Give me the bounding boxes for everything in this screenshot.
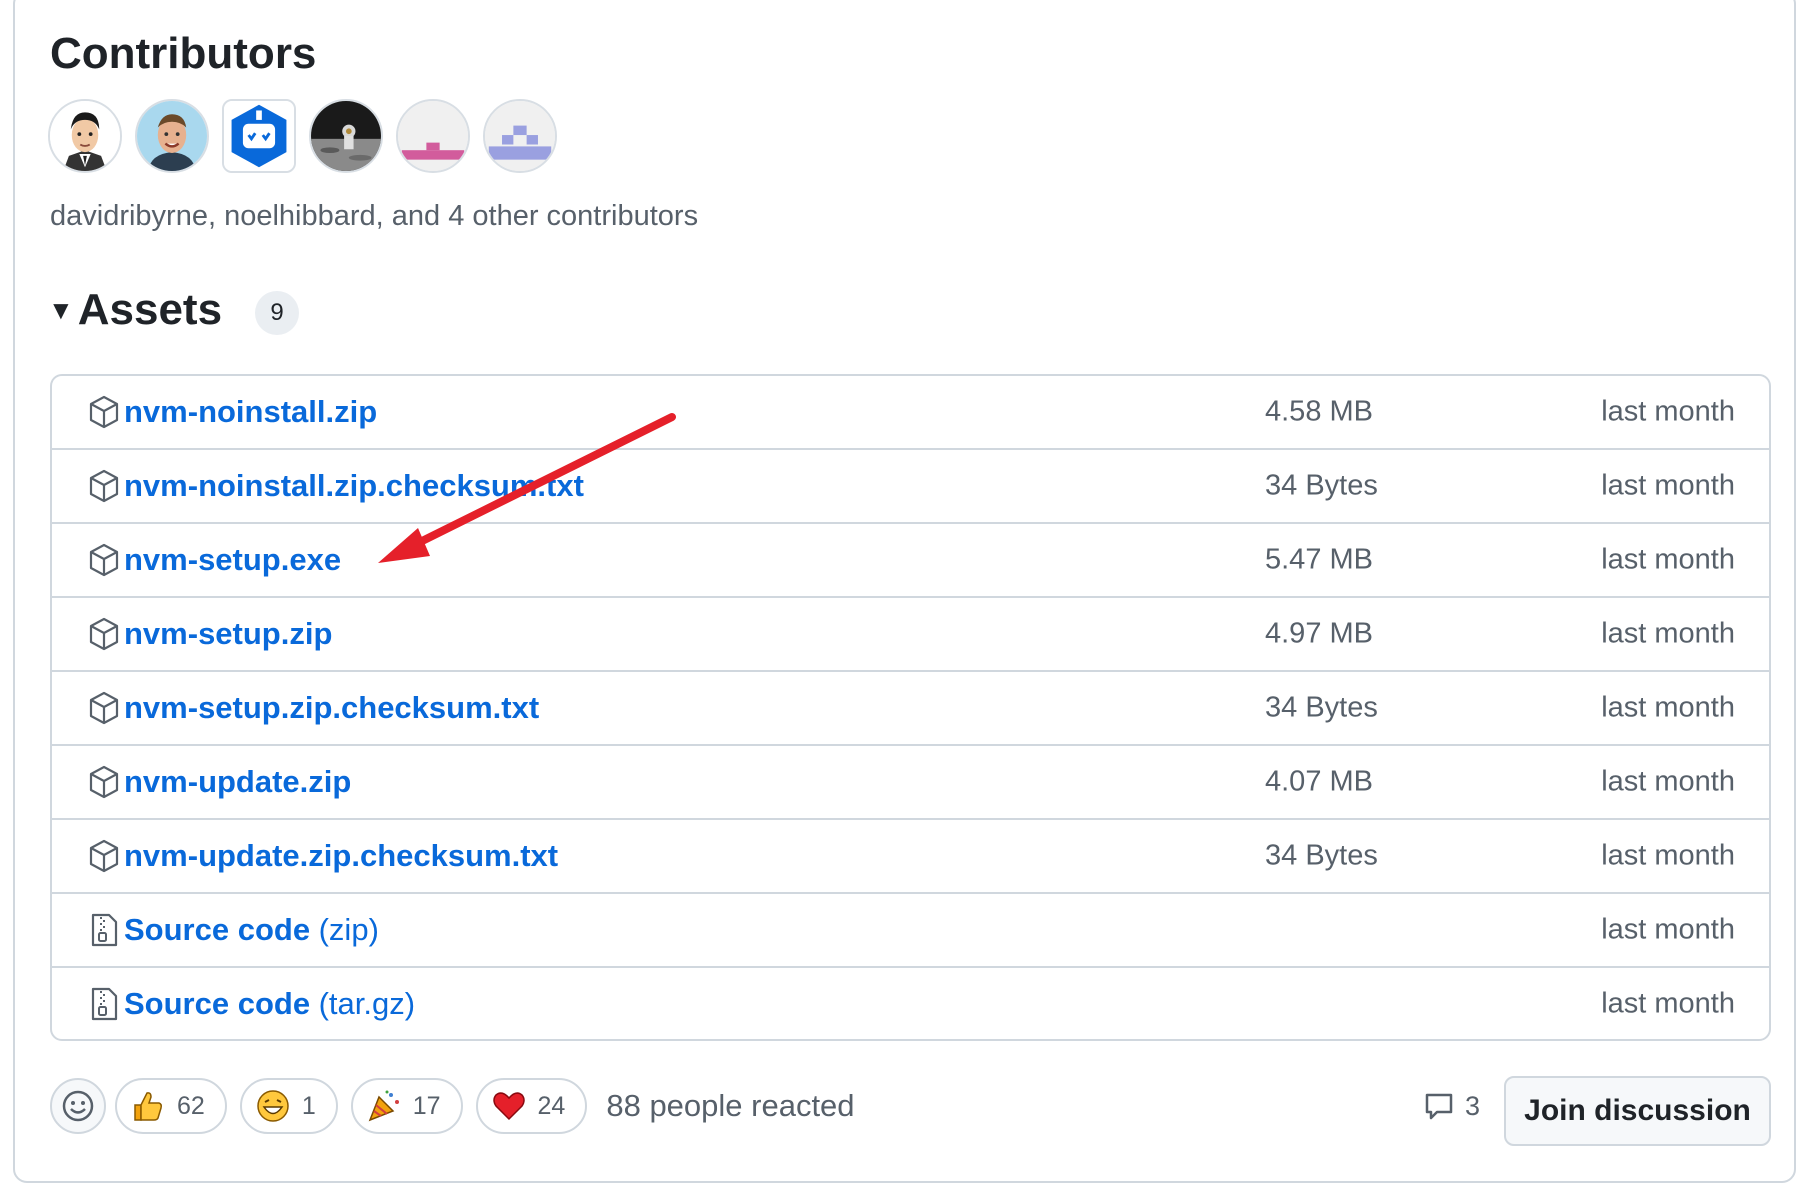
asset-row: nvm-noinstall.zip.checksum.txt 34 Bytes la… [52,448,1769,522]
reaction-count: 24 [537,1091,566,1120]
asset-row: nvm-update.zip.checksum.txt 34 Bytes last … [52,818,1769,892]
asset-size: 4.07 MB [1265,765,1373,798]
file-zip-icon [88,987,120,1021]
party-popper-icon [368,1090,399,1122]
asset-row: Source code last month (tar.gz) [52,966,1769,1039]
asset-date: last month [1601,913,1735,946]
asset-date: last month [1601,617,1735,650]
package-icon [88,617,120,651]
reaction-count: 1 [301,1091,316,1120]
asset-row: nvm-setup.exe 5.47 MB last month [52,522,1769,596]
reaction-count: 17 [412,1091,441,1120]
package-icon [88,469,120,503]
package-icon [88,691,120,725]
package-icon [88,395,120,429]
avatar-lavender-identicon[interactable] [483,99,557,173]
assets-toggle[interactable]: ▼ Assets [48,282,222,338]
join-discussion-button[interactable]: Join discussion [1504,1076,1771,1146]
asset-row: nvm-noinstall.zip 4.58 MB last month [52,376,1769,448]
asset-size: 34 Bytes [1265,839,1378,872]
asset-link[interactable]: nvm-update.zip.checksum.txt [124,838,558,874]
assets-heading: Assets [77,285,223,334]
asset-date: last month [1601,395,1735,428]
asset-row: nvm-update.zip 4.07 MB last month [52,744,1769,818]
avatar-pink-identicon[interactable] [396,99,470,173]
asset-size: 34 Bytes [1265,469,1378,502]
contributors-heading: Contributors [50,29,317,78]
caret-down-icon: ▼ [48,295,74,325]
heart-icon [492,1092,525,1121]
comment-icon [1425,1093,1453,1120]
reaction-hooray[interactable]: 17 [350,1078,463,1134]
asset-row: nvm-setup.zip.checksum.txt 34 Bytes last m… [52,670,1769,744]
reactions-summary: 88 people reacted [606,1088,855,1123]
asset-size: 4.97 MB [1265,617,1373,650]
reaction-laugh[interactable]: 1 [239,1078,338,1134]
asset-link[interactable]: Source code [124,912,310,948]
asset-size: 4.58 MB [1265,395,1373,428]
asset-link[interactable]: nvm-update.zip [124,764,351,800]
assets-list: nvm-noinstall.zip 4.58 MB last month nvm-no… [50,374,1771,1041]
assets-count-badge: 9 [255,291,299,335]
asset-link[interactable]: nvm-setup.zip.checksum.txt [124,690,539,726]
reaction-thumbs-up[interactable]: 62 [115,1078,227,1134]
asset-link[interactable]: nvm-noinstall.zip [124,394,377,430]
asset-date: last month [1601,765,1735,798]
asset-date: last month [1601,543,1735,576]
comments-link[interactable]: 3 [1423,1090,1480,1122]
reaction-heart[interactable]: 24 [475,1078,588,1134]
reaction-count: 62 [177,1091,205,1120]
asset-size: 5.47 MB [1265,543,1373,576]
asset-date: last month [1601,987,1735,1020]
avatar-cartoon-man[interactable] [48,99,122,173]
comment-count: 3 [1465,1090,1481,1121]
laugh-icon [257,1090,289,1122]
avatar-smiling-man[interactable] [135,99,209,173]
asset-date: last month [1601,839,1735,872]
package-icon [88,543,120,577]
add-reaction-button[interactable] [50,1078,106,1134]
asset-size: 34 Bytes [1265,691,1378,724]
package-icon [88,765,120,799]
asset-link[interactable]: nvm-setup.zip [124,616,332,652]
package-icon [88,839,120,873]
asset-link[interactable]: Source code [124,986,310,1022]
asset-date: last month [1601,469,1735,502]
contributor-avatars [48,99,557,173]
file-zip-icon [88,913,120,947]
asset-format: (zip) [310,912,379,947]
asset-row: nvm-setup.zip 4.97 MB last month [52,596,1769,670]
asset-row: Source code last month (zip) [52,892,1769,966]
contributors-summary: davidribyrne, noelhibbard, and 4 other c… [50,200,699,232]
asset-link[interactable]: nvm-noinstall.zip.checksum.txt [124,468,584,504]
reactions-bar: 62 1 17 24 88 people reacted [50,1076,855,1136]
asset-format: (tar.gz) [310,986,416,1021]
asset-link[interactable]: nvm-setup.exe [124,542,341,578]
avatar-bot[interactable] [222,99,296,173]
thumbs-up-icon [134,1092,162,1121]
asset-date: last month [1601,691,1735,724]
smiley-icon [62,1090,94,1122]
avatar-moon-landing[interactable] [309,99,383,173]
